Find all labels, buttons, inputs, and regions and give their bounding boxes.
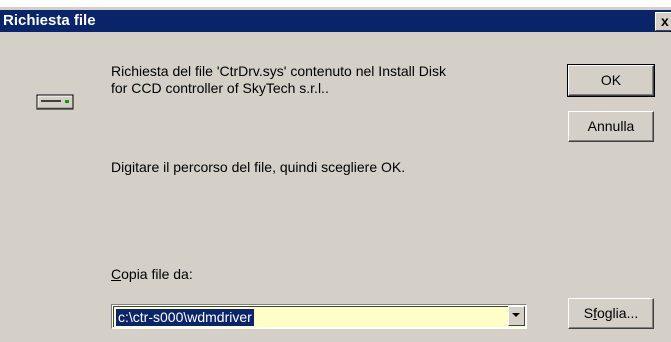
file-request-dialog: Richiesta file x Richiesta del file 'Ctr… (0, 7, 671, 342)
path-combobox[interactable]: c:\ctr-s000\wdmdriver (111, 304, 527, 329)
dialog-title: Richiesta file (3, 12, 96, 29)
disk-drive-icon (36, 94, 74, 110)
close-icon: x (661, 13, 669, 29)
ok-button[interactable]: OK (567, 64, 655, 97)
browse-pre: S (583, 305, 594, 321)
message-line-1: Richiesta del file 'CtrDrv.sys' contenut… (111, 63, 446, 79)
ok-button-label: OK (600, 72, 622, 88)
copy-from-accel: C (111, 266, 122, 282)
message-line-2: for CCD controller of SkyTech s.r.l.. (111, 80, 329, 96)
copy-from-label: Copia file da: (111, 266, 193, 283)
path-input[interactable]: c:\ctr-s000\wdmdriver (113, 306, 525, 327)
chevron-down-icon (512, 313, 520, 317)
copy-from-rest: opia file da: (121, 266, 193, 282)
instruction-text: Digitare il percorso del file, quindi sc… (111, 159, 406, 175)
browse-button[interactable]: Sfoglia... (568, 298, 654, 329)
browse-rest: oglia... (596, 305, 639, 321)
cancel-button-label: Annulla (587, 118, 635, 134)
path-value: c:\ctr-s000\wdmdriver (116, 309, 254, 326)
cancel-button[interactable]: Annulla (568, 111, 654, 142)
browse-button-label: Sfoglia... (584, 299, 638, 327)
title-bar[interactable]: Richiesta file x (0, 10, 671, 32)
dropdown-button[interactable] (508, 306, 525, 326)
close-button[interactable]: x (655, 12, 671, 31)
